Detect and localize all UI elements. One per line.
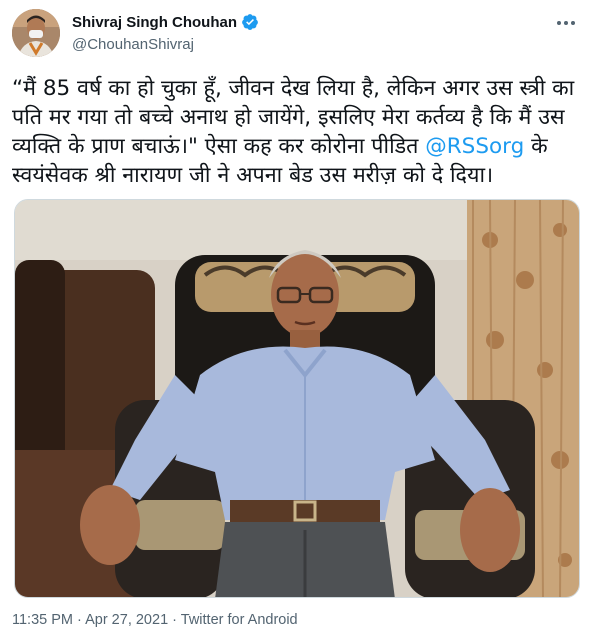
- meta-separator: ·: [73, 612, 86, 628]
- tweet-photo[interactable]: [14, 199, 580, 598]
- mention-link[interactable]: @RSSorg: [425, 134, 524, 159]
- display-name[interactable]: Shivraj Singh Chouhan: [72, 14, 237, 31]
- avatar-image: [12, 9, 60, 57]
- tweet-meta: 11:35 PM · Apr 27, 2021 · Twitter for An…: [12, 612, 298, 628]
- more-options-icon: [557, 21, 575, 25]
- meta-separator: ·: [168, 612, 181, 628]
- display-name-row: Shivraj Singh Chouhan: [72, 13, 259, 31]
- tweet-card: Shivraj Singh Chouhan @ChouhanShivraj “म…: [0, 0, 596, 644]
- more-options-button[interactable]: [554, 14, 578, 32]
- tweet-time[interactable]: 11:35 PM: [12, 612, 73, 628]
- author-block: Shivraj Singh Chouhan @ChouhanShivraj: [72, 13, 259, 53]
- photo-image: [15, 200, 579, 597]
- tweet-source[interactable]: Twitter for Android: [181, 612, 298, 628]
- author-handle[interactable]: @ChouhanShivraj: [72, 36, 259, 53]
- verified-badge-icon: [242, 14, 258, 30]
- avatar[interactable]: [12, 9, 60, 57]
- tweet-date[interactable]: Apr 27, 2021: [85, 612, 168, 628]
- tweet-text: “मैं 85 वर्ष का हो चुका हूँ, जीवन देख लि…: [12, 74, 584, 190]
